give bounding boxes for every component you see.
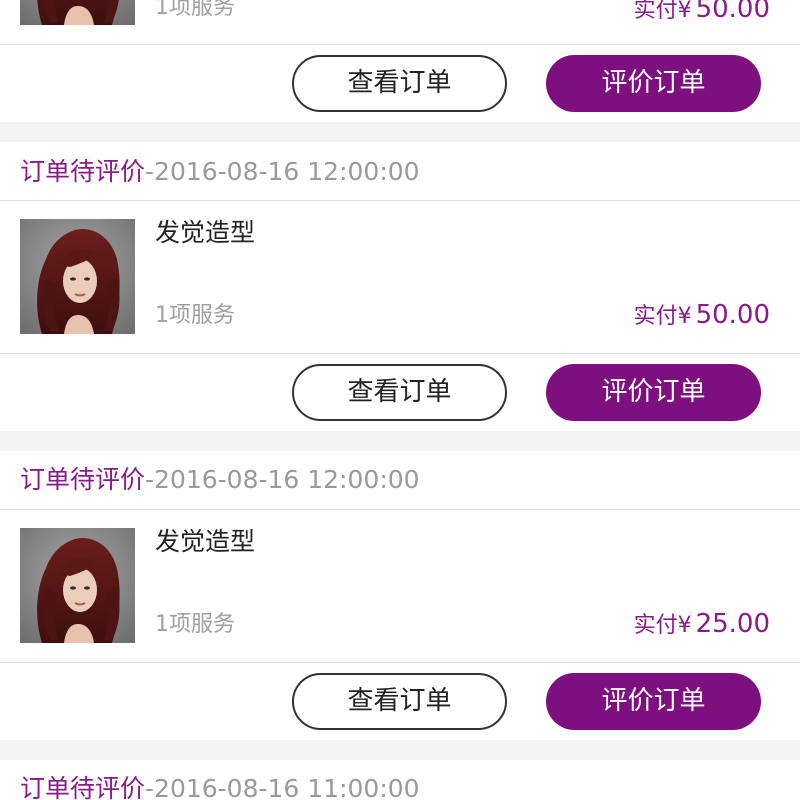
order-thumbnail[interactable] [20,0,135,25]
status-label: 订单待评价 [20,774,146,800]
paid-label: 实付¥ [633,0,692,23]
review-order-button[interactable]: 评价订单 [546,55,761,112]
view-order-button[interactable]: 查看订单 [292,673,507,730]
order-time: -2016-08-16 12:00:00 [145,465,420,494]
paid-value: 50.00 [695,0,770,24]
service-title: 发觉造型 [155,218,256,247]
status-label: 订单待评价 [20,465,146,494]
paid-amount: 实付¥ 50.00 [634,298,770,330]
service-count: 1项服务 [155,612,235,637]
service-title: 发觉造型 [155,527,256,556]
paid-label: 实付¥ [633,304,692,329]
paid-value: 25.00 [695,609,770,639]
view-order-button[interactable]: 查看订单 [292,364,507,421]
service-count: 1项服务 [155,303,235,328]
service-count: 1项服务 [155,0,235,20]
order-thumbnail[interactable] [20,219,135,334]
review-order-button[interactable]: 评价订单 [546,673,761,730]
order-status: 订单待评价-2016-08-16 11:00:00 [20,774,420,800]
order-status: 订单待评价-2016-08-16 12:00:00 [20,465,420,495]
view-order-button[interactable]: 查看订单 [292,55,507,112]
paid-amount: 实付¥ 25.00 [634,607,770,639]
order-time: -2016-08-16 12:00:00 [145,157,420,186]
paid-label: 实付¥ [633,613,692,638]
order-time: -2016-08-16 11:00:00 [145,774,420,800]
paid-value: 50.00 [695,300,770,330]
order-thumbnail[interactable] [20,528,135,643]
review-order-button[interactable]: 评价订单 [546,364,761,421]
order-list: 1项服务 实付¥ 50.00 查看订单 评价订单 订单待评价-2016-08-16… [0,0,800,800]
status-label: 订单待评价 [20,157,146,186]
paid-amount: 实付¥ 50.00 [634,0,770,24]
order-status: 订单待评价-2016-08-16 12:00:00 [20,157,420,187]
